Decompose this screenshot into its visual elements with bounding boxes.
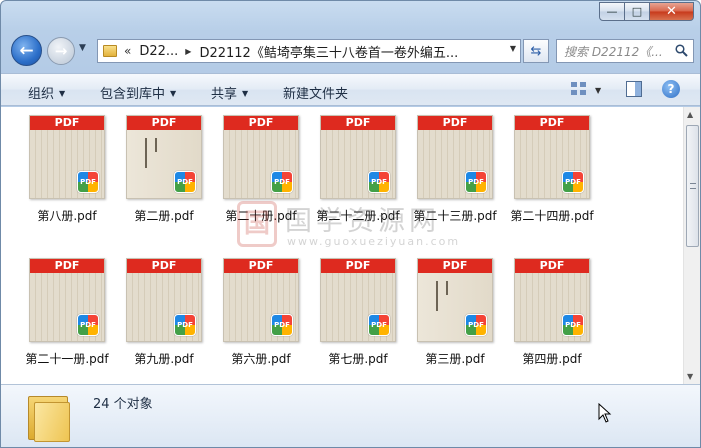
pdf-banner: PDF — [224, 116, 298, 130]
pdf-banner: PDF — [30, 259, 104, 273]
explorer-window: — □ ✕ ← → ▼ « D22... ▶ D22112《鲒埼亭集三十八卷首一… — [0, 0, 701, 448]
watermark-url: www.guoxueziyuan.com — [287, 235, 461, 248]
address-dropdown-icon[interactable]: ▼ — [510, 44, 516, 53]
scroll-down-icon[interactable]: ▼ — [687, 372, 693, 381]
arrow-left-icon: ← — [19, 40, 34, 61]
navigation-bar: ← → ▼ « D22... ▶ D22112《鲒埼亭集三十八卷首一卷外编五..… — [1, 31, 700, 71]
watermark-seal: 国 — [237, 201, 277, 247]
vertical-scrollbar[interactable]: ▲ ▼ — [683, 107, 700, 384]
pdf-file-icon: PDF — [562, 171, 584, 193]
details-pane: 24 个对象 — [1, 384, 700, 447]
search-placeholder: 搜索 D22112《... — [564, 44, 663, 59]
pdf-file-icon: PDF — [465, 314, 487, 336]
caption-buttons: — □ ✕ — [599, 2, 694, 21]
file-item[interactable]: PDF PDF 第六册.pdf — [211, 250, 311, 370]
view-options-icon[interactable] — [570, 81, 588, 97]
file-item[interactable]: PDF PDF 第七册.pdf — [308, 250, 408, 370]
pdf-file-icon: PDF — [174, 314, 196, 336]
item-count: 24 个对象 — [93, 397, 153, 412]
pdf-banner: PDF — [224, 259, 298, 273]
file-name: 第二十四册.pdf — [510, 209, 594, 223]
search-input[interactable]: 搜索 D22112《... — [556, 39, 694, 63]
organize-label: 组织 — [28, 87, 55, 102]
pdf-banner: PDF — [30, 116, 104, 130]
pdf-file-icon: PDF — [77, 314, 99, 336]
back-button[interactable]: ← — [11, 35, 42, 66]
include-in-library-menu[interactable]: 包含到库中 ▼ — [100, 83, 176, 102]
pdf-banner: PDF — [127, 116, 201, 130]
mouse-cursor-icon — [598, 403, 612, 423]
pdf-banner: PDF — [418, 259, 492, 273]
refresh-button[interactable]: ⇆ — [523, 39, 549, 63]
file-item[interactable]: PDF PDF 第二十四册.pdf — [502, 107, 602, 227]
share-menu[interactable]: 共享 ▼ — [211, 83, 248, 102]
breadcrumb-segment[interactable]: D22... — [139, 44, 178, 59]
breadcrumb-overflow[interactable]: « — [124, 44, 131, 58]
forward-button[interactable]: → — [47, 37, 75, 65]
preview-pane-button[interactable] — [626, 81, 642, 97]
new-folder-label: 新建文件夹 — [283, 87, 349, 102]
recent-pages-dropdown[interactable]: ▼ — [79, 43, 86, 53]
pdf-banner: PDF — [515, 259, 589, 273]
view-dropdown-icon[interactable]: ▼ — [595, 86, 601, 95]
include-in-library-label: 包含到库中 — [100, 87, 166, 102]
pdf-banner: PDF — [127, 259, 201, 273]
pdf-file-icon: PDF — [271, 171, 293, 193]
arrow-right-icon: → — [54, 42, 68, 60]
file-name: 第四册.pdf — [522, 352, 582, 366]
scrollbar-thumb[interactable] — [686, 125, 699, 247]
file-item[interactable]: PDF PDF 第三册.pdf — [405, 250, 505, 370]
help-button[interactable]: ? — [662, 80, 680, 98]
new-folder-button[interactable]: 新建文件夹 — [283, 83, 348, 102]
pdf-file-icon: PDF — [465, 171, 487, 193]
maximize-button[interactable]: □ — [625, 2, 650, 21]
folder-icon — [103, 45, 117, 57]
scroll-up-icon[interactable]: ▲ — [687, 110, 693, 119]
close-button[interactable]: ✕ — [650, 2, 694, 21]
pdf-file-icon: PDF — [368, 314, 390, 336]
pdf-file-icon: PDF — [562, 314, 584, 336]
breadcrumb-arrow-icon[interactable]: ▶ — [185, 47, 191, 56]
breadcrumb-segment-current[interactable]: D22112《鲒埼亭集三十八卷首一卷外编五... — [199, 42, 458, 61]
minimize-button[interactable]: — — [599, 2, 625, 21]
pdf-banner: PDF — [515, 116, 589, 130]
pdf-file-icon: PDF — [368, 171, 390, 193]
share-label: 共享 — [211, 87, 238, 102]
refresh-icon: ⇆ — [530, 43, 542, 59]
file-item[interactable]: PDF PDF 第八册.pdf — [17, 107, 117, 227]
pdf-banner: PDF — [321, 116, 395, 130]
file-item[interactable]: PDF PDF 第九册.pdf — [114, 250, 214, 370]
address-bar[interactable]: « D22... ▶ D22112《鲒埼亭集三十八卷首一卷外编五... ▼ — [97, 39, 521, 63]
scrollbar-grip — [690, 183, 696, 189]
pdf-file-icon: PDF — [271, 314, 293, 336]
folder-icon — [28, 390, 72, 442]
pdf-banner: PDF — [418, 116, 492, 130]
file-list-area: PDF PDF 第八册.pdf PDF PDF 第二册.pdf PDF PDF 第二十册.pdf… — [1, 107, 700, 384]
file-item[interactable]: PDF PDF 第四册.pdf — [502, 250, 602, 370]
search-icon[interactable] — [675, 44, 688, 57]
pdf-file-icon: PDF — [174, 171, 196, 193]
help-icon: ? — [667, 82, 675, 96]
file-item[interactable]: PDF PDF 第二册.pdf — [114, 107, 214, 227]
pdf-file-icon: PDF — [77, 171, 99, 193]
organize-menu[interactable]: 组织 ▼ — [28, 83, 65, 102]
file-item[interactable]: PDF PDF 第二十一册.pdf — [17, 250, 117, 370]
command-bar: 组织 ▼ 包含到库中 ▼ 共享 ▼ 新建文件夹 ▼ ? — [1, 73, 700, 106]
watermark-title: 国学资源网 — [285, 206, 440, 237]
watermark: 国 国学资源网 www.guoxueziyuan.com — [237, 199, 467, 253]
pdf-banner: PDF — [321, 259, 395, 273]
